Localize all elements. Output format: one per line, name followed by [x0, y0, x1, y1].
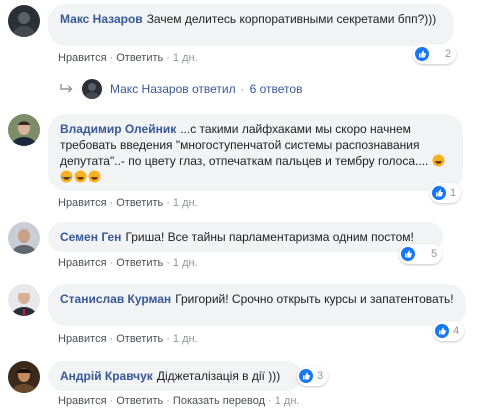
comment-time[interactable]: 1 дн. — [173, 52, 198, 64]
reply-link[interactable]: Ответить — [116, 395, 163, 407]
comment-time[interactable]: 1 дн. — [173, 197, 198, 209]
comment-time[interactable]: 1 дн. — [173, 257, 198, 269]
comment-bubble: Макс Назаров Зачем делитесь корпоративным… — [48, 4, 454, 46]
like-icon — [414, 46, 430, 62]
joy-emoji-icon — [60, 170, 73, 183]
rofl-emoji-icon — [432, 154, 445, 167]
comment-5: Андрій Кравчук Діджеталізація в дії ))) 3… — [0, 355, 479, 416]
avatar — [82, 79, 102, 99]
reply-count[interactable]: 6 ответов — [250, 82, 303, 96]
reply-author[interactable]: Макс Назаров — [110, 82, 189, 96]
comment-actions: Нравится · Ответить · Показать перевод · 1 дн. — [58, 395, 300, 407]
comment-time[interactable]: 1 дн. — [275, 395, 300, 407]
reaction-count: 4 — [453, 325, 460, 337]
view-replies[interactable]: Макс Назаров ответил · 6 ответов — [60, 79, 302, 99]
comment-actions: Нравится · Ответить · 1 дн. — [58, 52, 198, 64]
avatar[interactable] — [8, 222, 40, 254]
avatar[interactable] — [8, 284, 40, 316]
comment-text: Григорий! Срочно открыть курсы и запатен… — [175, 292, 454, 306]
avatar[interactable] — [8, 5, 40, 37]
comment-bubble: Семен Ген Гриша! Все тайны парламентаризм… — [48, 222, 443, 252]
avatar[interactable] — [8, 361, 40, 393]
comment-1: Макс Назаров Зачем делитесь корпоративным… — [0, 0, 479, 78]
comment-author[interactable]: Станислав Курман — [60, 292, 171, 306]
comment-2: Владимир Олейник ...с такими лайфхаками м… — [0, 110, 479, 210]
comment-time[interactable]: 1 дн. — [173, 333, 198, 345]
reply-verb: ответил — [191, 82, 236, 96]
comment-text: Діджеталізація в дії ))) — [156, 369, 281, 383]
comment-actions: Нравится · Ответить · 1 дн. — [58, 197, 198, 209]
reply-arrow-icon — [60, 84, 73, 93]
like-icon — [298, 368, 314, 384]
reaction-summary[interactable]: 1 — [430, 183, 462, 203]
smile-emoji-icon — [88, 170, 101, 183]
like-icon — [431, 185, 447, 201]
reply-link[interactable]: Ответить — [116, 257, 163, 269]
comment-text: Зачем делитесь корпоративными секретами … — [146, 12, 437, 26]
like-icon — [434, 323, 450, 339]
reply-link[interactable]: Ответить — [116, 197, 163, 209]
translate-link[interactable]: Показать перевод — [173, 395, 265, 407]
comment-bubble: Станислав Курман Григорий! Срочно открыть… — [48, 284, 466, 326]
reaction-summary[interactable]: 5 — [399, 244, 443, 264]
comment-bubble: Андрій Кравчук Діджеталізація в дії ))) — [48, 361, 302, 391]
like-link[interactable]: Нравится — [58, 395, 107, 407]
like-link[interactable]: Нравится — [58, 257, 107, 269]
reaction-count: 3 — [317, 370, 324, 382]
comment-author[interactable]: Макс Назаров — [60, 12, 143, 26]
reaction-summary[interactable]: 2 — [413, 44, 457, 64]
comment-actions: Нравится · Ответить · 1 дн. — [58, 333, 198, 345]
like-link[interactable]: Нравится — [58, 52, 107, 64]
reaction-count: 1 — [450, 187, 457, 199]
comment-text: Гриша! Все тайны парламентаризма одним п… — [125, 230, 414, 244]
reaction-count: 5 — [431, 248, 438, 260]
grin-emoji-icon — [74, 170, 87, 183]
like-link[interactable]: Нравится — [58, 197, 107, 209]
comment-author[interactable]: Андрій Кравчук — [60, 369, 153, 383]
reply-link[interactable]: Ответить — [116, 52, 163, 64]
like-icon — [400, 246, 416, 262]
comment-bubble: Владимир Олейник ...с такими лайфхаками м… — [48, 114, 463, 191]
comment-actions: Нравится · Ответить · 1 дн. — [58, 257, 198, 269]
comment-author[interactable]: Владимир Олейник — [60, 122, 176, 136]
reaction-summary[interactable]: 4 — [433, 321, 465, 341]
reaction-summary[interactable]: 3 — [297, 366, 329, 386]
like-link[interactable]: Нравится — [58, 333, 107, 345]
avatar[interactable] — [8, 114, 40, 146]
reply-link[interactable]: Ответить — [116, 333, 163, 345]
comment-author[interactable]: Семен Ген — [60, 230, 121, 244]
comment-4: Станислав Курман Григорий! Срочно открыть… — [0, 281, 479, 351]
comment-3: Семен Ген Гриша! Все тайны парламентаризм… — [0, 220, 479, 270]
reaction-count: 2 — [445, 48, 452, 60]
